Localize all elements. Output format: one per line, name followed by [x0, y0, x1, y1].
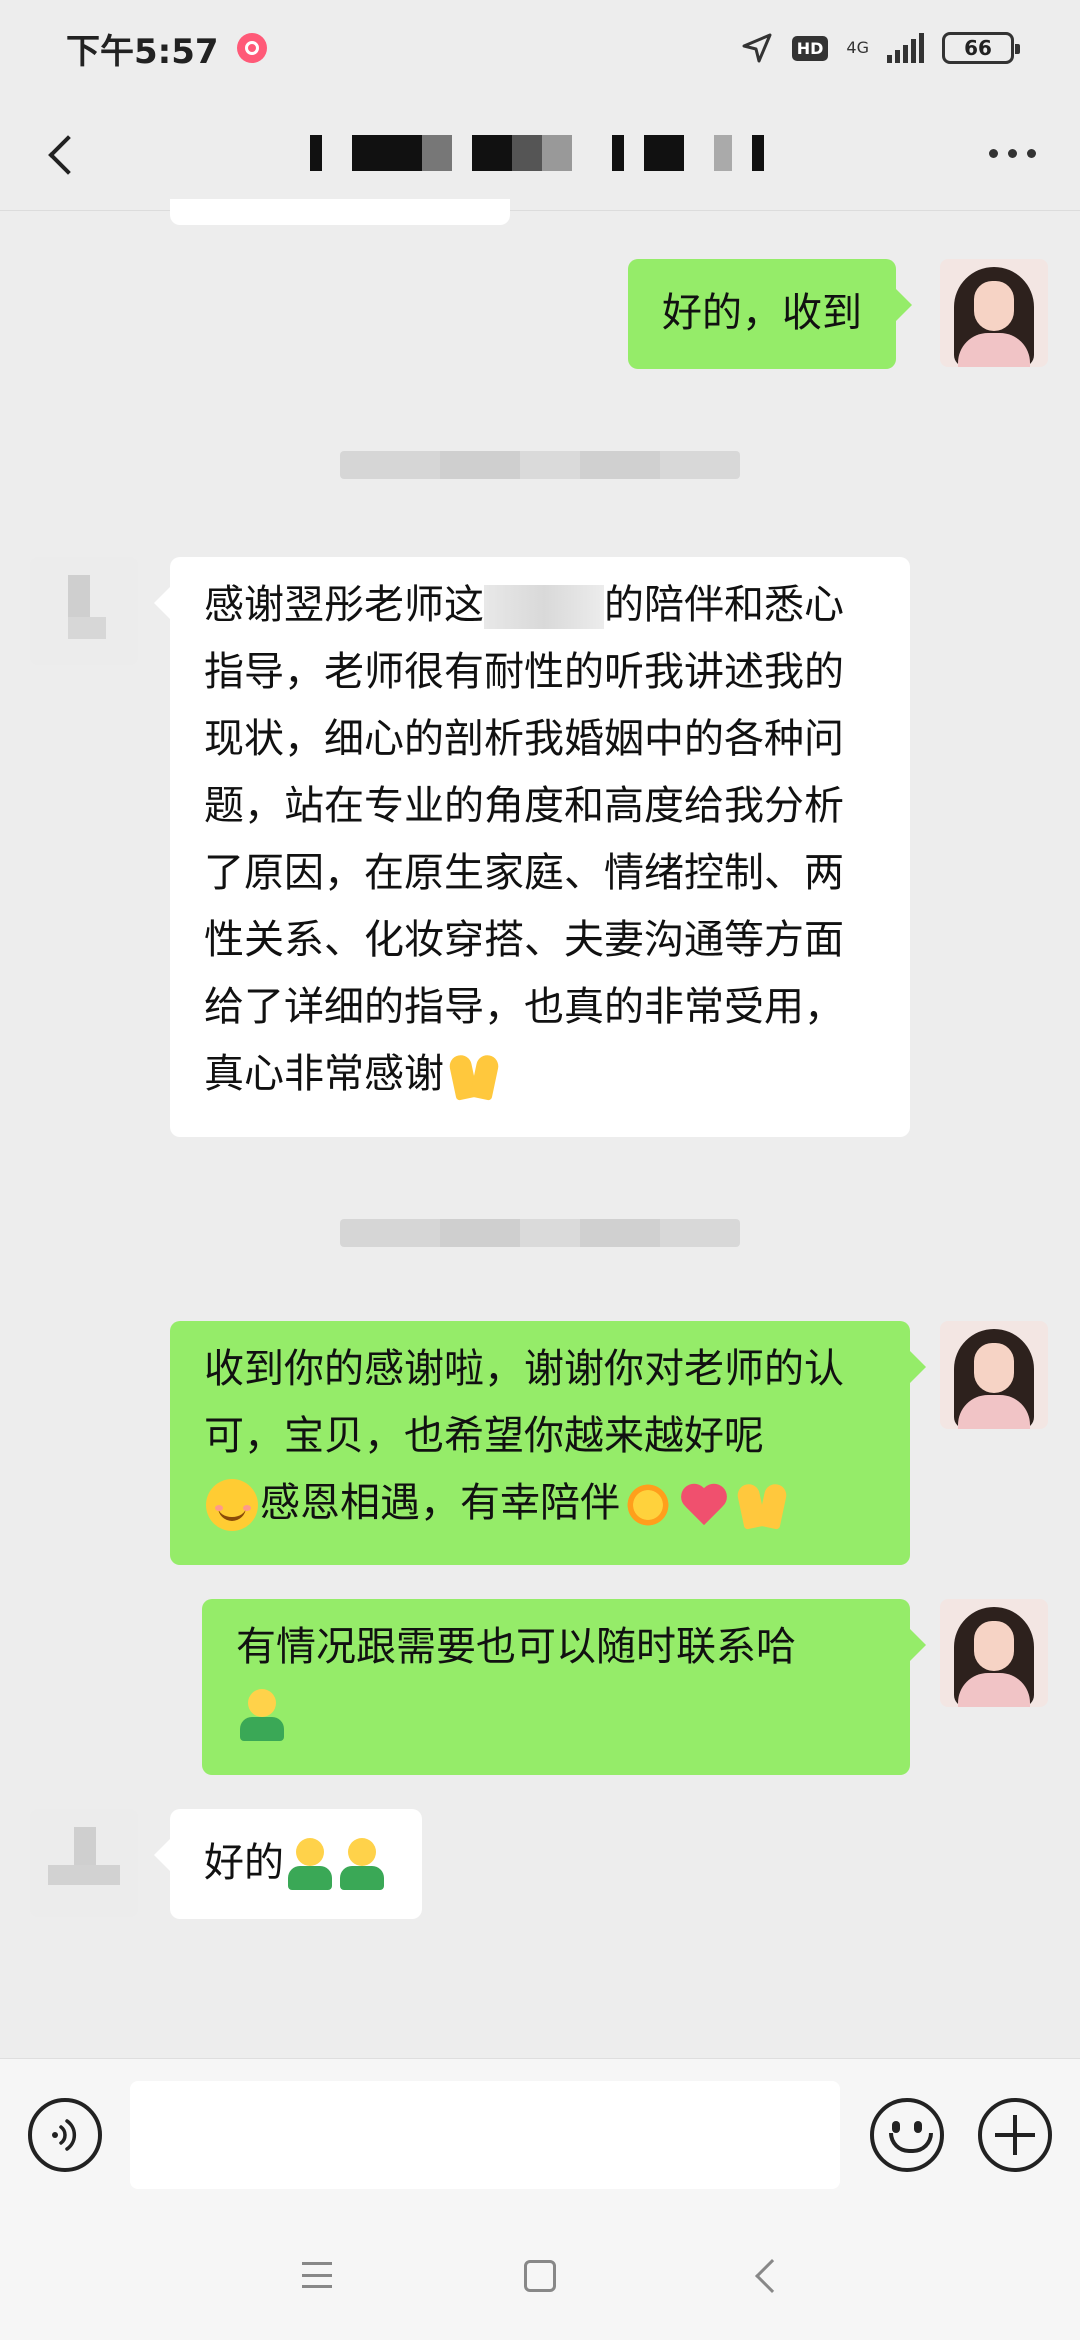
plus-icon: [995, 2115, 1035, 2155]
menu-icon[interactable]: [302, 2262, 332, 2288]
smiling-face-emoji: [206, 1479, 258, 1531]
back-icon[interactable]: [44, 133, 84, 173]
folded-hands-emoji: [734, 1480, 790, 1530]
status-bar: 下午5:57 HD 4G 66: [0, 0, 1080, 96]
contact-avatar[interactable]: [30, 1809, 138, 1917]
location-icon: [742, 33, 772, 63]
previous-message-bubble: [170, 199, 510, 225]
chat-messages[interactable]: 好的，收到 感谢翌彤老师这 的陪伴和悉心指导，老师很有耐性的听我讲述我的现状，细心…: [0, 199, 1080, 2058]
my-avatar[interactable]: [940, 1599, 1048, 1707]
home-icon[interactable]: [524, 2260, 556, 2292]
emoji-icon: [881, 2109, 933, 2161]
message-text-line2: 感恩相遇，有幸陪伴: [260, 1480, 620, 1526]
chat-header: [0, 96, 1080, 210]
chat-title-redacted: [309, 133, 764, 173]
message-text-part2: 的陪伴和悉心指导，老师很有耐性的听我讲述我的现状，细心的剖析我婚姻中的各种问题，…: [204, 582, 844, 1097]
message-text: 好的: [204, 1840, 284, 1886]
network-type-label: 4G: [846, 38, 869, 57]
system-back-icon[interactable]: [755, 2259, 789, 2293]
timestamp-redacted: [340, 451, 740, 479]
person-emoji: [338, 1838, 386, 1892]
contact-avatar[interactable]: [30, 557, 138, 665]
message-text: 好的，收到: [662, 290, 862, 336]
message-bubble-outgoing[interactable]: 有情况跟需要也可以随时联系哈: [202, 1599, 926, 1775]
voice-icon: [52, 2119, 77, 2151]
voice-button[interactable]: [28, 2098, 102, 2172]
timestamp-redacted: [340, 1219, 740, 1247]
person-emoji: [238, 1689, 286, 1743]
message-bubble-outgoing[interactable]: 好的，收到: [628, 259, 912, 369]
person-emoji: [286, 1838, 334, 1892]
input-bar: [0, 2058, 1080, 2210]
sun-emoji: [622, 1479, 674, 1531]
battery-icon: 66: [942, 32, 1020, 64]
message-input[interactable]: [130, 2081, 840, 2189]
my-avatar[interactable]: [940, 259, 1048, 367]
folded-hands-emoji: [446, 1051, 502, 1101]
message-text-part1: 感谢翌彤老师这: [204, 582, 484, 628]
message-text: 收到你的感谢啦，谢谢你对老师的认可，宝贝，也希望你越来越好呢: [204, 1346, 844, 1459]
more-actions-button[interactable]: [978, 2098, 1052, 2172]
status-indicators: HD 4G 66: [740, 31, 1020, 65]
system-navigation-bar: [0, 2210, 1080, 2340]
message-bubble-outgoing[interactable]: 收到你的感谢啦，谢谢你对老师的认可，宝贝，也希望你越来越好呢 感恩相遇，有幸陪伴: [170, 1321, 926, 1565]
notification-app-icon: [236, 33, 267, 63]
battery-level: 66: [964, 36, 992, 60]
hd-badge: HD: [791, 35, 829, 61]
status-time: 下午5:57: [66, 31, 219, 72]
my-avatar[interactable]: [940, 1321, 1048, 1429]
signal-icon: [887, 33, 924, 63]
more-icon[interactable]: [989, 148, 1036, 158]
redacted-text: [484, 585, 604, 629]
message-text: 有情况跟需要也可以随时联系哈: [236, 1624, 796, 1670]
message-bubble-incoming[interactable]: 好的: [154, 1809, 422, 1919]
message-bubble-incoming[interactable]: 感谢翌彤老师这 的陪伴和悉心指导，老师很有耐性的听我讲述我的现状，细心的剖析我婚姻…: [154, 557, 910, 1137]
emoji-button[interactable]: [870, 2098, 944, 2172]
heart-emoji: [678, 1481, 730, 1529]
